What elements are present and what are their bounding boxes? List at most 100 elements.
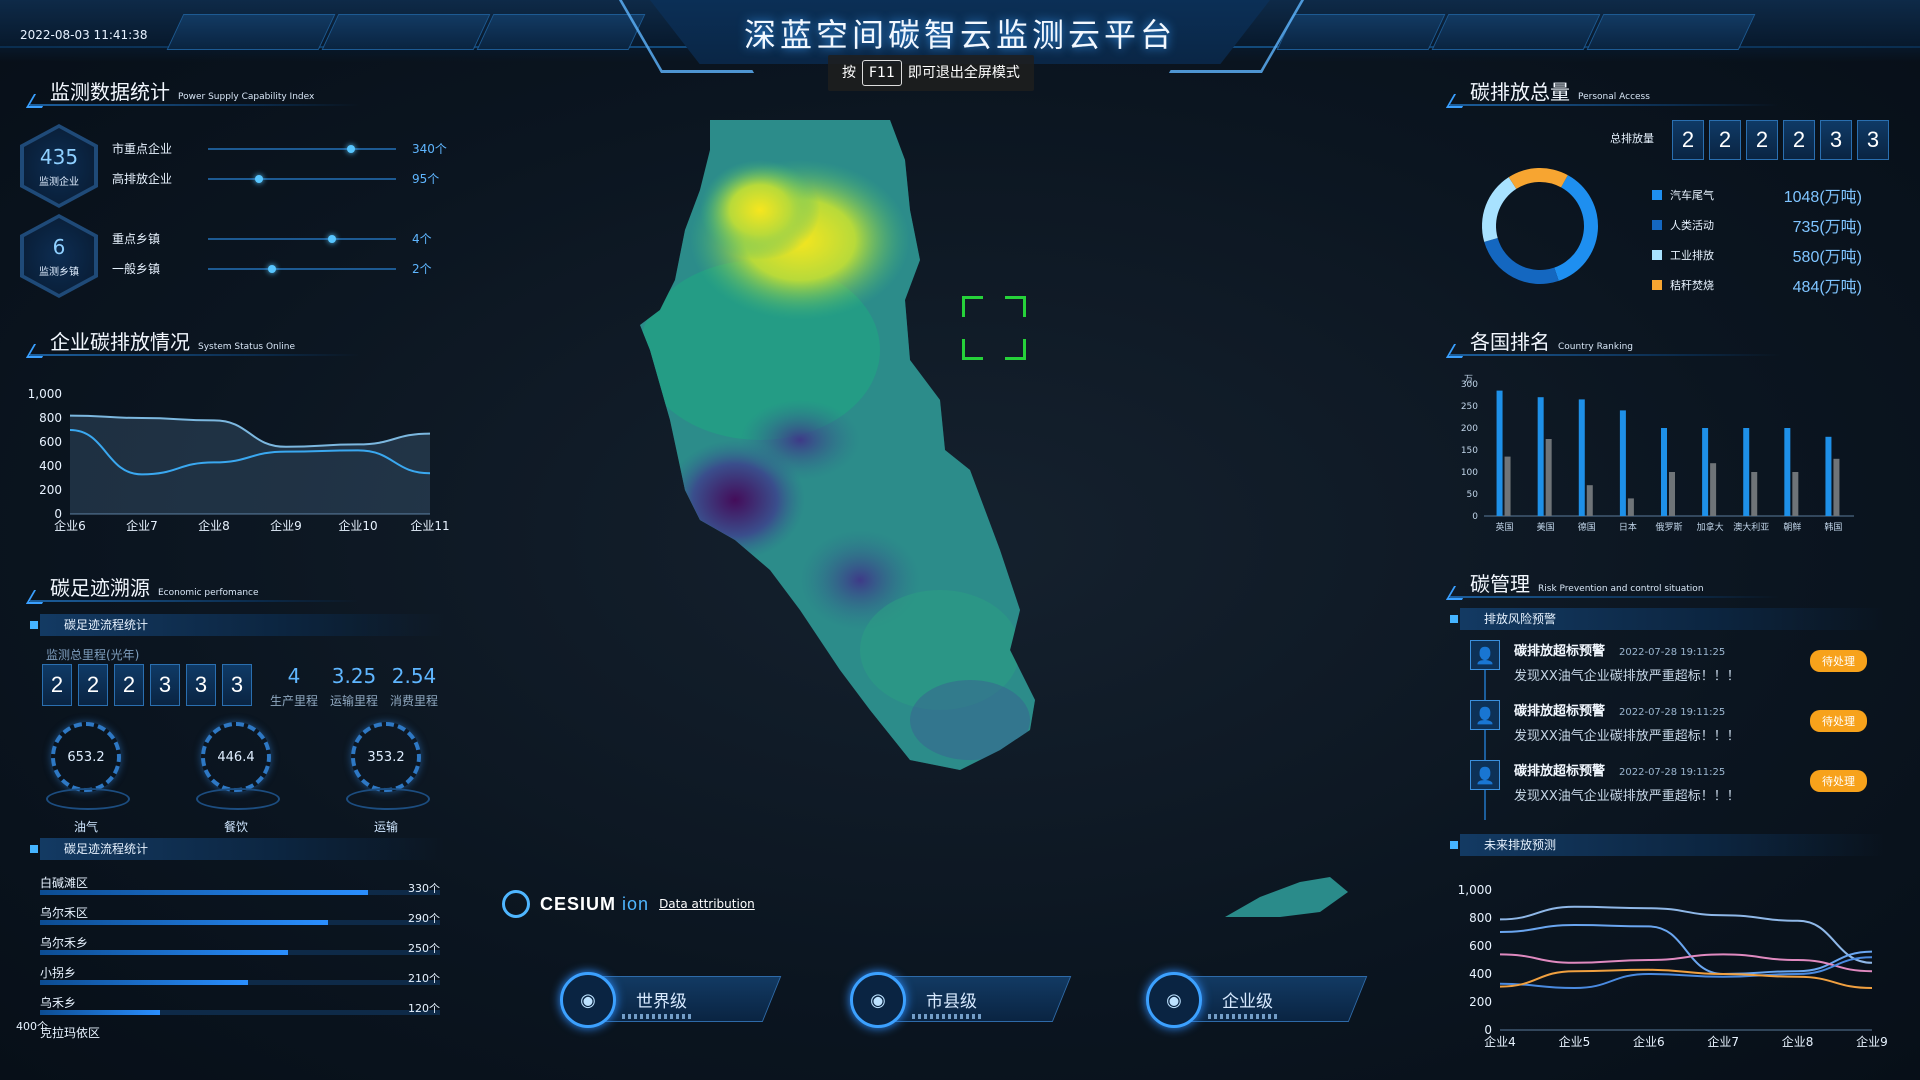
bar — [1545, 439, 1552, 516]
legend-item: 秸秆焚烧 484(万吨) — [1652, 270, 1862, 300]
x-tick-label: 企业11 — [410, 518, 449, 533]
rank-row: 乌禾乡 120个 — [40, 996, 440, 1015]
enterprise-emission-heading: 企业碳排放情况 System Status Online — [25, 326, 360, 360]
ring-transport: 353.2 运输 — [346, 722, 430, 835]
rank-row: 小拐乡 210个 — [40, 966, 440, 985]
x-tick-label: 企业4 — [1484, 1034, 1516, 1049]
stripes-decor — [622, 1014, 692, 1019]
y-tick-label: 400 — [1469, 967, 1492, 981]
rank-row: 乌尔禾乡 250个 — [40, 936, 440, 955]
x-tick-label: 俄罗斯 — [1655, 521, 1682, 533]
bar — [1537, 397, 1544, 516]
y-tick-label: 200 — [39, 483, 62, 497]
x-tick-label: 企业8 — [198, 518, 230, 533]
monitor-stats-heading: 监测数据统计 Power Supply Capability Index — [25, 76, 360, 110]
nav-tab-right-3[interactable] — [1586, 14, 1756, 50]
bar — [1578, 399, 1585, 516]
digit: 2 — [42, 664, 72, 706]
y-tick-label: 200 — [1469, 995, 1492, 1009]
user-icon: 👤 — [1470, 700, 1500, 730]
hex-monitored-enterprises: 435 监测企业 — [20, 124, 98, 208]
x-tick-label: 日本 — [1619, 521, 1637, 533]
pie-slice — [1554, 175, 1598, 281]
stat-consumption: 2.54 消费里程 — [389, 664, 438, 708]
stat-row: 重点乡镇 4个 — [112, 232, 432, 246]
bar — [1743, 428, 1750, 516]
stripes-decor — [912, 1014, 982, 1019]
y-tick-label: 800 — [39, 411, 62, 425]
nav-tab-right-2[interactable] — [1431, 14, 1601, 50]
page-title: 深蓝空间碳智云监测云平台 — [743, 17, 1176, 53]
stat-row: 市重点企业 340个 — [112, 142, 447, 156]
digit: 2 — [1783, 120, 1815, 160]
pending-badge[interactable]: 待处理 — [1810, 650, 1867, 672]
digit: 3 — [222, 664, 252, 706]
total-emission-digits: 2 2 2 2 3 3 — [1672, 120, 1889, 160]
digit: 2 — [78, 664, 108, 706]
footprint-band-2: 碳足迹流程统计 — [30, 838, 444, 860]
nav-tab-left-1[interactable] — [166, 14, 336, 50]
heatmap-region[interactable] — [640, 110, 1080, 810]
footprint-band-1: 碳足迹流程统计 — [30, 614, 444, 636]
pie-slice — [1484, 238, 1559, 284]
bar — [1661, 428, 1667, 516]
focus-corner-frame[interactable] — [962, 296, 1026, 360]
nav-tab-right-1[interactable] — [1276, 14, 1446, 50]
x-tick-label: 企业6 — [54, 518, 86, 533]
series-line — [1499, 923, 1873, 976]
x-tick-label: 企业5 — [1559, 1034, 1591, 1049]
x-tick-label: 企业7 — [1707, 1034, 1739, 1049]
rank-row: 克拉玛依区 400个 — [16, 1020, 101, 1040]
total-emission-label: 总排放量 — [1610, 132, 1654, 145]
bar — [1833, 458, 1840, 516]
y-tick-label: 100 — [1461, 468, 1478, 478]
bar — [1702, 428, 1709, 516]
series-area — [70, 415, 430, 514]
digit: 3 — [1857, 120, 1889, 160]
bar — [1792, 472, 1799, 516]
data-attribution-link[interactable]: Data attribution — [659, 897, 755, 911]
stat-row: 高排放企业 95个 — [112, 172, 440, 186]
fullscreen-hint: 按 F11 即可退出全屏模式 — [828, 55, 1034, 91]
digit: 2 — [114, 664, 144, 706]
bar — [1784, 428, 1791, 516]
x-tick-label: 韩国 — [1824, 521, 1842, 533]
f11-key: F11 — [862, 60, 902, 86]
emission-donut-chart — [1482, 168, 1598, 284]
datetime: 2022-08-03 11:41:38 — [20, 28, 148, 42]
y-tick-label: 300 — [1461, 380, 1478, 390]
carbon-mgmt-heading: 碳管理 Risk Prevention and control situation — [1445, 568, 1780, 602]
digit: 3 — [1820, 120, 1852, 160]
x-tick-label: 德国 — [1578, 521, 1596, 533]
y-tick-label: 50 — [1467, 490, 1479, 500]
x-tick-label: 企业7 — [126, 518, 158, 533]
pending-badge[interactable]: 待处理 — [1810, 770, 1867, 792]
digit: 2 — [1746, 120, 1778, 160]
x-tick-label: 企业6 — [1633, 1034, 1665, 1049]
bar — [1710, 463, 1717, 516]
mileage-digits: 2 2 2 3 3 3 — [42, 664, 252, 706]
bar — [1504, 456, 1511, 516]
country-ranking-heading: 各国排名 Country Ranking — [1445, 326, 1780, 360]
stat-row: 一般乡镇 2个 — [112, 262, 432, 276]
x-tick-label: 加拿大 — [1697, 521, 1724, 533]
x-tick-label: 朝鲜 — [1783, 521, 1801, 533]
digit: 2 — [1672, 120, 1704, 160]
nav-tab-left-3[interactable] — [476, 14, 646, 50]
target-icon: ◉ — [1146, 972, 1202, 1028]
user-icon: 👤 — [1470, 640, 1500, 670]
stripes-decor — [1208, 1014, 1278, 1019]
cesium-logo-icon — [502, 890, 530, 918]
pending-badge[interactable]: 待处理 — [1810, 710, 1867, 732]
y-tick-label: 1,000 — [1458, 883, 1492, 897]
emission-total-heading: 碳排放总量 Personal Access — [1445, 76, 1780, 110]
pie-slice — [1508, 168, 1568, 189]
nav-tab-left-2[interactable] — [321, 14, 491, 50]
bar — [1619, 410, 1626, 516]
risk-warning-band: 排放风险预警 — [1450, 608, 1884, 630]
bar — [1669, 472, 1675, 516]
mileage-stats: 4 生产里程 3.25 运输里程 2.54 消费里程 — [268, 664, 440, 709]
stat-production: 4 生产里程 — [269, 664, 318, 708]
pie-slice — [1482, 177, 1517, 242]
heatmap-fragment — [1225, 877, 1348, 917]
